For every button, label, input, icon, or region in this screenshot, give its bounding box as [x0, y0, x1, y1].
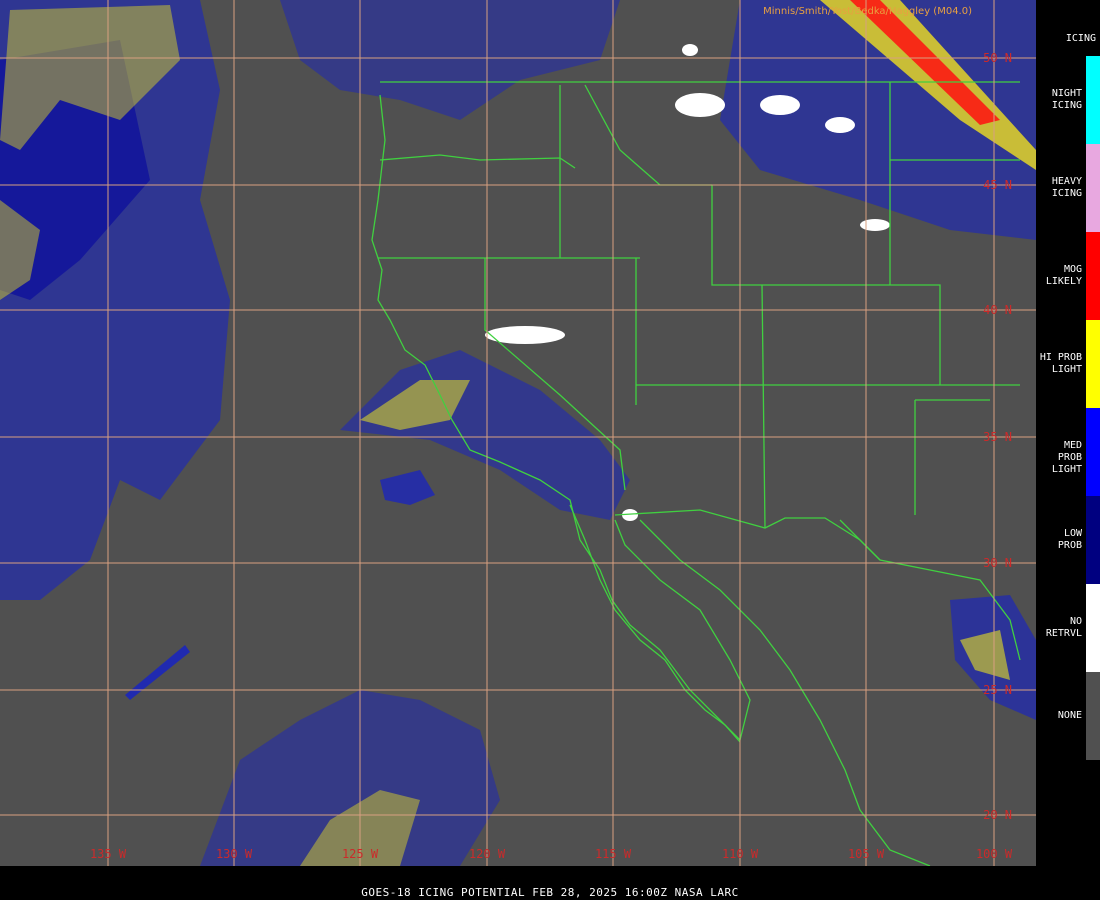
latitude-label: 45 N — [983, 178, 1012, 192]
longitude-label: 135 W — [90, 847, 127, 861]
latitude-label: 40 N — [983, 303, 1012, 317]
no-retrieval-patch — [485, 326, 565, 344]
no-retrieval-patch — [675, 93, 725, 117]
legend-label: NO RETRVL — [1045, 616, 1082, 639]
legend-label: LOW PROB — [1057, 528, 1082, 551]
arizona-nm-border — [761, 284, 766, 529]
legend-swatch — [1086, 320, 1100, 408]
longitude-label: 115 W — [595, 847, 632, 861]
washington-oregon-border — [379, 154, 576, 169]
image-caption: GOES-18 ICING POTENTIAL FEB 28, 2025 16:… — [361, 886, 739, 899]
legend-label: NIGHT ICING — [1051, 88, 1082, 111]
no-retrieval-patch — [860, 219, 890, 231]
legend-title: ICING — [1065, 33, 1096, 44]
longitude-label: 105 W — [848, 847, 885, 861]
latitude-label: 25 N — [983, 683, 1012, 697]
legend-swatch — [1086, 672, 1100, 760]
legend-label: MED PROB LIGHT — [1051, 440, 1082, 475]
legend-swatch — [1086, 584, 1100, 672]
longitude-label: 125 W — [342, 847, 379, 861]
baja-west-coast — [569, 504, 741, 743]
legend-swatch — [1086, 56, 1100, 144]
legend-label: MOG LIKELY — [1045, 264, 1082, 287]
longitude-label: 120 W — [469, 847, 506, 861]
latitude-label: 35 N — [983, 430, 1012, 444]
icing-regions — [0, 0, 1036, 866]
nm-texas-border — [914, 399, 990, 515]
legend-swatch — [1086, 232, 1100, 320]
longitude-label: 100 W — [976, 847, 1013, 861]
longitude-label: 110 W — [722, 847, 759, 861]
no-retrieval-patch — [825, 117, 855, 133]
longitude-labels: 135 W 130 W 125 W 120 W 115 W 110 W 105 W 100 W — [90, 847, 1013, 861]
small-offshore-streak — [125, 645, 190, 700]
no-retrieval-patch — [760, 95, 800, 115]
legend-label: NONE — [1057, 710, 1082, 721]
legend-swatch — [1086, 496, 1100, 584]
icing-potential-map: 50 N 45 N 40 N 35 N 30 N 25 N 20 N 135 W 130 W1… — [0, 0, 1036, 866]
offshore-cell — [380, 470, 435, 505]
legend-label: HEAVY ICING — [1051, 176, 1082, 199]
longitude-label: 130 W — [216, 847, 253, 861]
latitude-label: 20 N — [983, 808, 1012, 822]
no-retrieval-patch — [682, 44, 698, 56]
nw-canada-icing — [280, 0, 620, 120]
california-icing — [340, 350, 630, 520]
mexico-mainland-coast — [639, 519, 931, 866]
legend-swatch — [1086, 408, 1100, 496]
legend-label: HI PROB LIGHT — [1039, 352, 1082, 375]
legend-swatch — [1086, 144, 1100, 232]
latitude-label: 50 N — [983, 51, 1012, 65]
map-canvas: 50 N45 N40 N35 N30 N25 N20 N 135 W 130 W1… — [0, 0, 1036, 866]
credit-text: Minnis/Smith/Yost/Bedka/Haggley (M04.0) — [763, 6, 972, 17]
latitude-label: 30 N — [983, 556, 1012, 570]
